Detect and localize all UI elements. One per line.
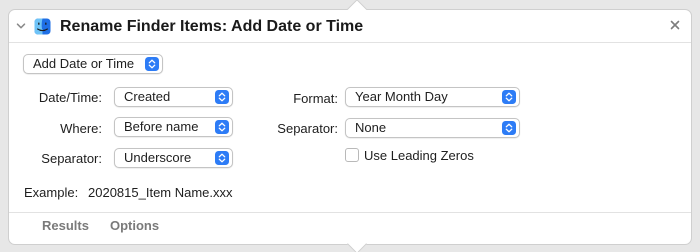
up-down-stepper-icon [215, 151, 229, 165]
up-down-stepper-icon [502, 121, 516, 135]
up-down-stepper-icon [215, 90, 229, 104]
example-value: 2020815_Item Name.xxx [88, 185, 233, 200]
date-time-value: Created [124, 89, 171, 104]
format-label: Format: [293, 91, 338, 106]
leading-zeros-checkbox[interactable] [345, 148, 359, 162]
up-down-stepper-icon [145, 57, 159, 71]
date-time-popup[interactable]: Created [114, 87, 233, 107]
separator-right-label: Separator: [277, 121, 338, 136]
separator-left-label: Separator: [41, 151, 102, 166]
action-panel: Rename Finder Items: Add Date or Time Ad… [8, 0, 692, 252]
mode-popup[interactable]: Add Date or Time [23, 54, 163, 74]
tab-options[interactable]: Options [110, 218, 159, 233]
mode-popup-value: Add Date or Time [33, 56, 135, 71]
tab-results[interactable]: Results [42, 218, 89, 233]
format-popup[interactable]: Year Month Day [345, 87, 520, 107]
finder-icon [34, 18, 51, 35]
separator-right-popup[interactable]: None [345, 118, 520, 138]
example-label: Example: [24, 185, 79, 200]
up-down-stepper-icon [215, 120, 229, 134]
date-time-label: Date/Time: [38, 90, 102, 105]
format-value: Year Month Day [355, 89, 448, 104]
chevron-down-icon[interactable] [15, 20, 27, 32]
where-label: Where: [60, 121, 102, 136]
up-down-stepper-icon [502, 90, 516, 104]
leading-zeros-label[interactable]: Use Leading Zeros [364, 148, 474, 163]
bottom-connector-notch [347, 234, 367, 252]
action-title: Rename Finder Items: Add Date or Time [60, 18, 364, 35]
action-header: Rename Finder Items: Add Date or Time [9, 10, 691, 43]
separator-left-value: Underscore [124, 150, 192, 165]
close-icon[interactable] [668, 18, 682, 32]
where-popup[interactable]: Before name [114, 117, 233, 137]
separator-right-value: None [355, 120, 387, 135]
separator-left-popup[interactable]: Underscore [114, 148, 233, 168]
where-value: Before name [124, 119, 199, 134]
footer-divider [9, 212, 691, 213]
